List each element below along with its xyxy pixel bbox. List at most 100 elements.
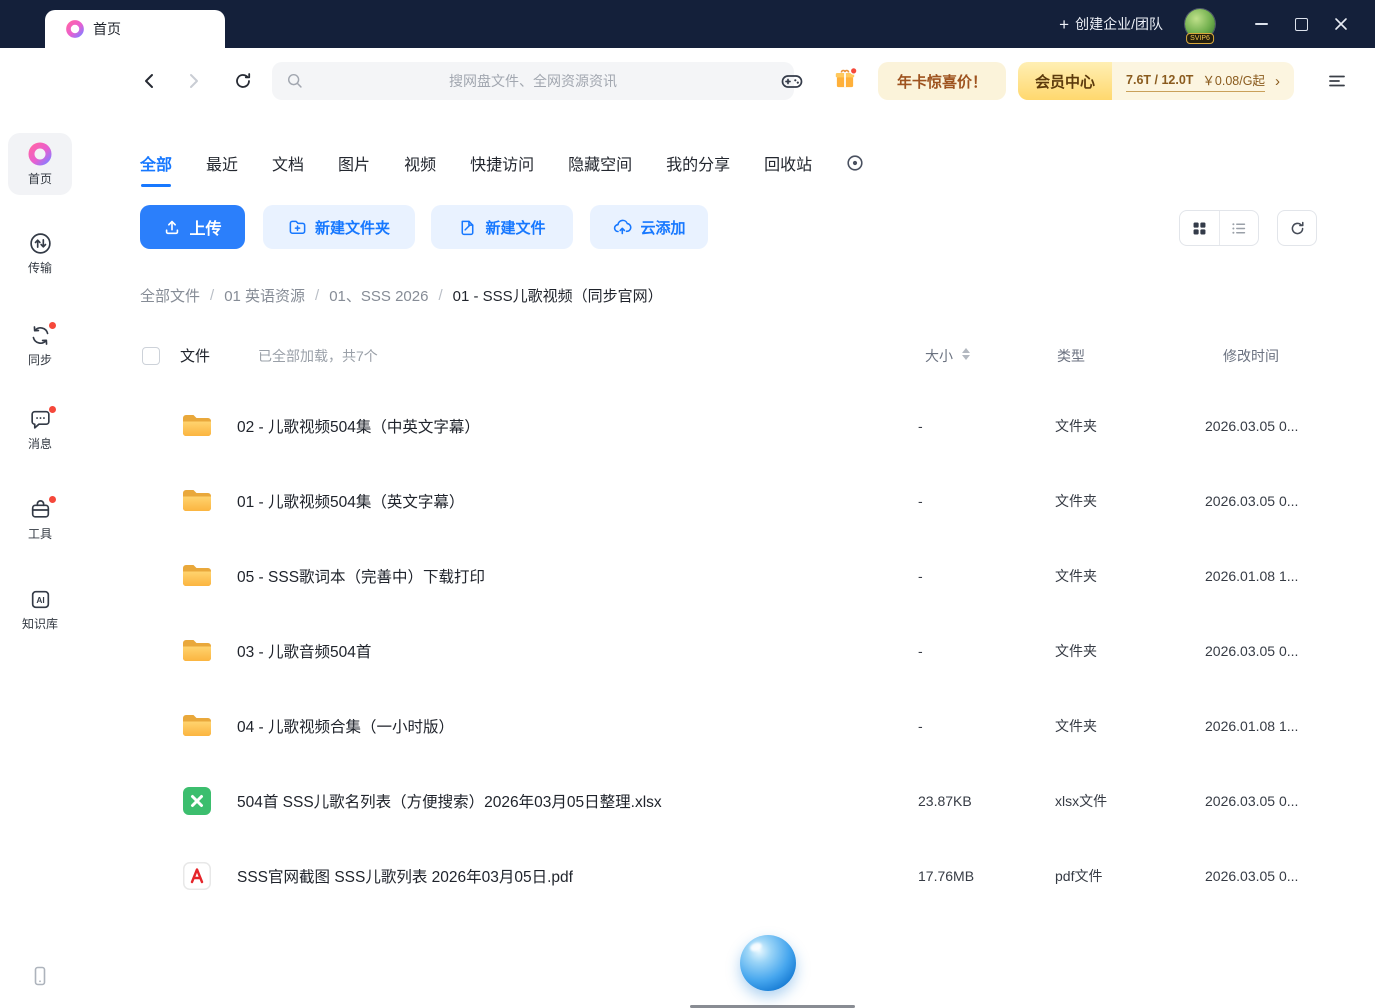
- titlebar: 首页 + 创建企业/团队 SVIP6: [0, 0, 1375, 48]
- new-file-button[interactable]: 新建文件: [431, 205, 573, 249]
- sidebar-item-label: 工具: [28, 525, 52, 542]
- search-bar[interactable]: [272, 62, 794, 100]
- column-size-label[interactable]: 大小: [925, 346, 953, 366]
- file-type: 文件夹: [1055, 566, 1097, 586]
- folder-icon: [180, 411, 214, 441]
- table-row[interactable]: SSS官网截图 SSS儿歌列表 2026年03月05日.pdf 17.76MB …: [80, 838, 1375, 913]
- view-toggle: [1179, 210, 1259, 246]
- breadcrumb-separator: /: [210, 287, 214, 304]
- list-view-button[interactable]: [1220, 211, 1259, 245]
- maximize-button[interactable]: [1281, 0, 1321, 48]
- refresh-icon: [233, 71, 253, 91]
- file-size: -: [918, 418, 923, 434]
- app-logo-icon: [65, 19, 85, 39]
- file-name[interactable]: 01 - 儿歌视频504集（英文字幕）: [237, 490, 464, 512]
- sidebar-item-label: 传输: [28, 259, 52, 276]
- tab-my-shares[interactable]: 我的分享: [666, 151, 730, 175]
- size-sort-icon[interactable]: [962, 348, 970, 360]
- file-size: 17.76MB: [918, 868, 974, 884]
- select-all-checkbox[interactable]: [142, 347, 160, 365]
- file-time: 2026.01.08 1...: [1205, 718, 1298, 734]
- storage-segment[interactable]: 7.6T / 12.0T ￥0.08/G起 ›: [1112, 62, 1294, 100]
- file-name[interactable]: 504首 SSS儿歌名列表（方便搜索）2026年03月05日整理.xlsx: [237, 790, 662, 812]
- assistant-mascot[interactable]: [740, 935, 796, 991]
- forward-button[interactable]: [175, 63, 211, 99]
- refresh-icon: [1289, 220, 1306, 237]
- tab-recycle-bin[interactable]: 回收站: [764, 151, 812, 175]
- sidebar-item-label: 消息: [28, 435, 52, 452]
- file-type: 文件夹: [1055, 716, 1097, 736]
- folder-icon: [180, 711, 214, 741]
- cloud-add-button[interactable]: 云添加: [590, 205, 708, 249]
- tab-hidden-space[interactable]: 隐藏空间: [568, 151, 632, 175]
- upload-button[interactable]: 上传: [140, 205, 245, 249]
- knowledge-ai-icon: AI: [28, 587, 53, 612]
- promo-banner[interactable]: 年卡惊喜价！: [878, 62, 1006, 100]
- file-size: 23.87KB: [918, 793, 972, 809]
- member-center-button[interactable]: 会员中心 7.6T / 12.0T ￥0.08/G起 ›: [1018, 62, 1294, 100]
- home-tab-label: 首页: [93, 19, 121, 39]
- home-tab[interactable]: 首页: [45, 10, 225, 48]
- file-name[interactable]: 03 - 儿歌音频504首: [237, 640, 371, 662]
- back-button[interactable]: [132, 63, 168, 99]
- sidebar-item-transfer[interactable]: 传输: [8, 222, 72, 284]
- search-icon: [286, 72, 304, 90]
- table-row[interactable]: 02 - 儿歌视频504集（中英文字幕） - 文件夹 2026.03.05 0.…: [80, 388, 1375, 463]
- pdf-file-icon: [180, 861, 214, 891]
- sidebar-item-messages[interactable]: 消息: [8, 398, 72, 460]
- tab-quick-access[interactable]: 快捷访问: [470, 151, 534, 175]
- member-center-segment[interactable]: 会员中心: [1018, 62, 1112, 100]
- breadcrumb-item[interactable]: 全部文件: [140, 285, 200, 306]
- new-folder-button[interactable]: 新建文件夹: [263, 205, 415, 249]
- tab-pictures[interactable]: 图片: [338, 151, 370, 175]
- sidebar-item-knowledge[interactable]: AI 知识库: [8, 578, 72, 640]
- minimize-button[interactable]: [1241, 0, 1281, 48]
- mobile-app-button[interactable]: [0, 964, 80, 988]
- table-row[interactable]: 05 - SSS歌词本（完善中）下载打印 - 文件夹 2026.01.08 1.…: [80, 538, 1375, 613]
- tab-all[interactable]: 全部: [140, 151, 172, 175]
- close-button[interactable]: [1321, 0, 1361, 48]
- table-row[interactable]: 03 - 儿歌音频504首 - 文件夹 2026.03.05 0...: [80, 613, 1375, 688]
- file-name[interactable]: 04 - 儿歌视频合集（一小时版）: [237, 715, 454, 737]
- search-input[interactable]: [304, 72, 762, 90]
- upload-icon: [163, 218, 181, 236]
- promo-label: 年卡惊喜价！: [897, 71, 987, 92]
- tab-settings-button[interactable]: [846, 154, 864, 172]
- notification-dot: [48, 405, 57, 414]
- breadcrumb-separator: /: [315, 287, 319, 304]
- table-row[interactable]: 504首 SSS儿歌名列表（方便搜索）2026年03月05日整理.xlsx 23…: [80, 763, 1375, 838]
- category-tabs: 全部 最近 文档 图片 视频 快捷访问 隐藏空间 我的分享 回收站: [140, 145, 864, 181]
- sidebar-item-tools[interactable]: 工具: [8, 488, 72, 550]
- vip-badge: SVIP6: [1186, 33, 1214, 44]
- games-button[interactable]: [774, 63, 810, 99]
- create-team-button[interactable]: + 创建企业/团队: [1059, 14, 1163, 34]
- file-edit-icon: [458, 218, 477, 237]
- sidebar-item-home[interactable]: 首页: [8, 133, 72, 195]
- tab-recent[interactable]: 最近: [206, 151, 238, 175]
- grid-view-button[interactable]: [1180, 211, 1219, 245]
- tab-videos[interactable]: 视频: [404, 151, 436, 175]
- table-row[interactable]: 01 - 儿歌视频504集（英文字幕） - 文件夹 2026.03.05 0..…: [80, 463, 1375, 538]
- file-name[interactable]: SSS官网截图 SSS儿歌列表 2026年03月05日.pdf: [237, 865, 573, 887]
- avatar[interactable]: SVIP6: [1185, 9, 1215, 39]
- refresh-page-button[interactable]: [225, 63, 261, 99]
- menu-button[interactable]: [1319, 63, 1355, 99]
- gift-icon: [832, 66, 858, 92]
- breadcrumb: 全部文件 / 01 英语资源 / 01、SSS 2026 / 01 - SSS儿…: [140, 285, 663, 306]
- main-content: 年卡惊喜价！ 会员中心 7.6T / 12.0T ￥0.08/G起 › 全部 最…: [80, 48, 1375, 1008]
- back-arrow-icon: [140, 71, 160, 91]
- table-row[interactable]: 04 - 儿歌视频合集（一小时版） - 文件夹 2026.01.08 1...: [80, 688, 1375, 763]
- breadcrumb-item[interactable]: 01 英语资源: [224, 285, 305, 306]
- file-name[interactable]: 02 - 儿歌视频504集（中英文字幕）: [237, 415, 480, 437]
- file-list-header: 文件 已全部加载，共7个 大小 类型 修改时间: [80, 340, 1375, 370]
- refresh-list-button[interactable]: [1277, 210, 1317, 246]
- sidebar-item-sync[interactable]: 同步: [8, 314, 72, 376]
- file-type: 文件夹: [1055, 491, 1097, 511]
- gift-button[interactable]: [827, 61, 863, 97]
- cloud-add-label: 云添加: [640, 217, 685, 238]
- tab-documents[interactable]: 文档: [272, 151, 304, 175]
- transfer-icon: [28, 231, 53, 256]
- file-name[interactable]: 05 - SSS歌词本（完善中）下载打印: [237, 565, 485, 587]
- breadcrumb-item[interactable]: 01、SSS 2026: [329, 285, 428, 306]
- column-time-label: 修改时间: [1223, 346, 1279, 366]
